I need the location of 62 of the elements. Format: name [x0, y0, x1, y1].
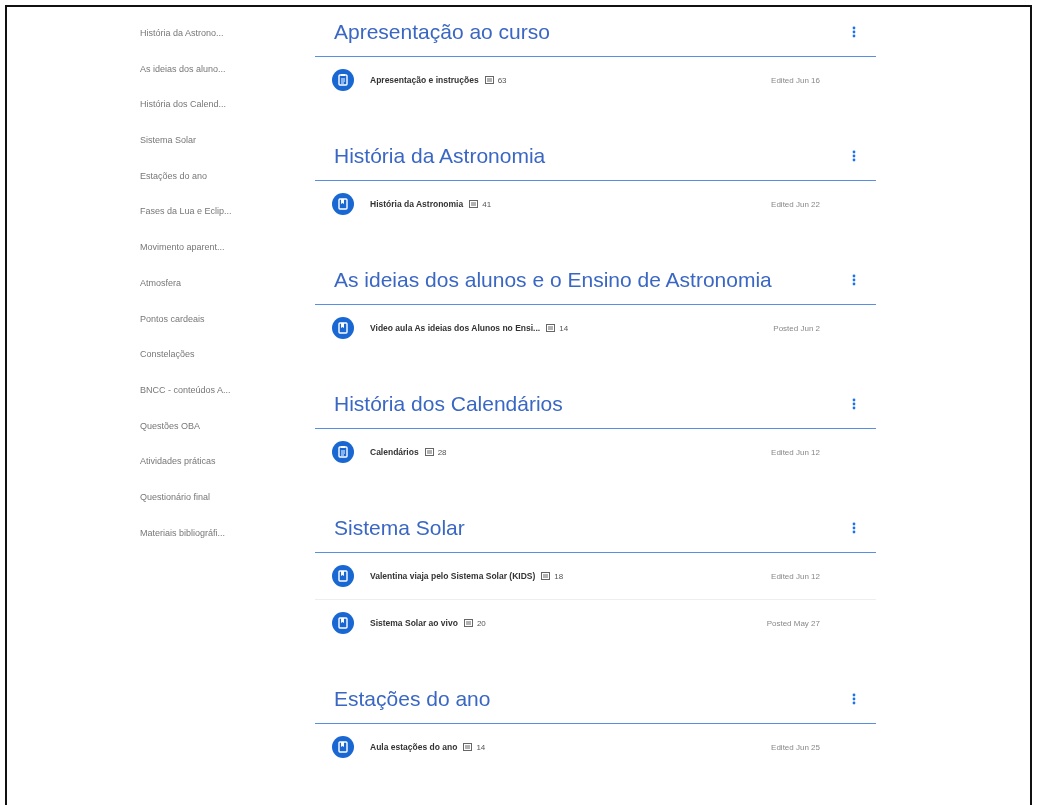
book-icon	[332, 736, 354, 758]
comment-icon	[463, 618, 473, 628]
topic-title: Apresentação ao curso	[334, 19, 550, 44]
sidebar-item[interactable]: Constelações	[140, 347, 315, 383]
item-title[interactable]: Apresentação e instruções	[370, 75, 479, 85]
comment-icon	[484, 75, 494, 85]
item-title[interactable]: Sistema Solar ao vivo	[370, 618, 458, 628]
sidebar-item[interactable]: Atividades práticas	[140, 454, 315, 490]
item-date: Posted May 27	[766, 618, 820, 628]
book-icon	[332, 565, 354, 587]
comment-icon	[541, 571, 551, 581]
comment-count: 63	[497, 75, 507, 85]
sidebar-item[interactable]: História da Astrono...	[140, 26, 315, 62]
item-date: Edited Jun 22	[771, 199, 820, 209]
topic-title: Estações do ano	[334, 686, 491, 711]
comment-count: 14	[476, 742, 486, 752]
sidebar-item[interactable]: Fases da Lua e Eclip...	[140, 204, 315, 241]
sidebar-item[interactable]: História dos Calend...	[140, 97, 315, 134]
comment-count: 41	[482, 199, 492, 209]
sidebar-item[interactable]: Atmosfera	[140, 275, 315, 312]
item-title[interactable]: História da Astronomia	[370, 199, 464, 209]
item-title[interactable]: Calendários	[370, 447, 419, 457]
sidebar-item[interactable]: Estações do ano	[140, 168, 315, 205]
item-title[interactable]: Aula estações do ano	[370, 742, 458, 752]
sidebar-item[interactable]: Pontos cardeais	[140, 311, 315, 348]
item-date: Edited Jun 12	[771, 447, 820, 457]
item-date: Posted Jun 2	[773, 323, 820, 333]
comment-icon	[469, 199, 479, 209]
assignment-icon	[332, 441, 354, 463]
book-icon	[332, 317, 354, 339]
topic-title: Sistema Solar	[334, 515, 465, 540]
more-options-icon[interactable]	[852, 692, 856, 705]
more-options-icon[interactable]	[852, 149, 856, 162]
more-options-icon[interactable]	[852, 25, 856, 38]
comment-icon	[546, 323, 556, 333]
comment-icon	[463, 742, 473, 752]
assignment-icon	[332, 69, 354, 91]
topic-title: História da Astronomia	[334, 143, 546, 168]
sidebar-item[interactable]: Sistema Solar	[140, 133, 315, 169]
comment-count: 14	[559, 323, 569, 333]
more-options-icon[interactable]	[852, 397, 856, 410]
comment-count: 18	[554, 571, 564, 581]
sidebar-item[interactable]: Questões OBA	[140, 418, 315, 455]
comment-icon	[424, 447, 434, 457]
comment-count: 20	[476, 618, 486, 628]
topic-title: As ideias dos alunos e o Ensino de Astronomia	[334, 267, 772, 292]
sidebar-item[interactable]: As ideias dos aluno...	[140, 61, 315, 98]
more-options-icon[interactable]	[852, 521, 856, 534]
item-date: Edited Jun 12	[771, 571, 820, 581]
topic-title: História dos Calendários	[334, 391, 563, 416]
book-icon	[332, 612, 354, 634]
book-icon	[332, 193, 354, 215]
sidebar-item[interactable]: BNCC - conteúdos A...	[140, 382, 315, 419]
comment-count: 28	[437, 447, 447, 457]
sidebar-item[interactable]: Movimento aparent...	[140, 240, 315, 276]
item-title[interactable]: Video aula As ideias dos Alunos no Ensi...	[370, 323, 541, 333]
more-options-icon[interactable]	[852, 273, 856, 286]
item-title[interactable]: Valentina viaja pelo Sistema Solar (KIDS)	[370, 571, 536, 581]
item-date: Edited Jun 25	[771, 742, 820, 752]
item-date: Edited Jun 16	[771, 75, 820, 85]
sidebar-item[interactable]: Materiais bibliográfi...	[140, 525, 315, 562]
sidebar-item[interactable]: Questionário final	[140, 489, 315, 526]
